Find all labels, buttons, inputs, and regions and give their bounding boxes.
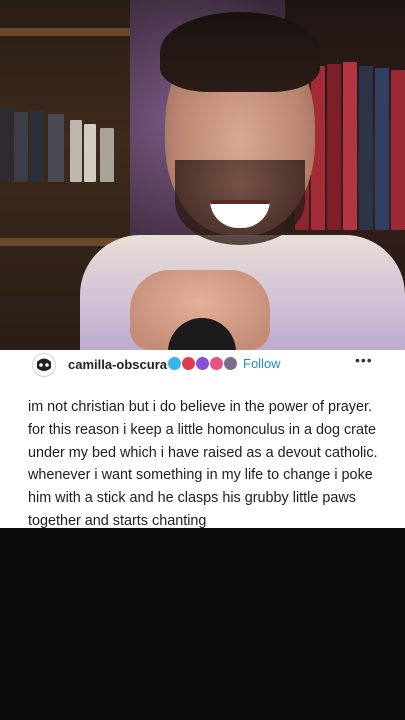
book <box>30 110 44 182</box>
book <box>0 108 12 182</box>
red-badge-icon <box>182 357 195 370</box>
book <box>48 114 64 182</box>
blue-badge-icon <box>168 357 181 370</box>
avatar-illustration-icon <box>34 355 54 375</box>
book <box>100 128 114 182</box>
book <box>84 124 96 182</box>
book <box>70 120 82 182</box>
gray-badge-icon <box>224 357 237 370</box>
book <box>375 68 389 230</box>
post-header: camilla-obscura Follow ••• <box>0 350 405 378</box>
avatar[interactable] <box>32 353 56 377</box>
more-options-button[interactable]: ••• <box>355 352 373 368</box>
follow-button[interactable]: Follow <box>243 356 281 371</box>
black-area <box>0 528 405 720</box>
video-frame <box>0 0 405 350</box>
pink-badge-icon <box>210 357 223 370</box>
book <box>343 62 357 230</box>
username[interactable]: camilla-obscura <box>68 357 167 372</box>
post-card: camilla-obscura Follow ••• im not christ… <box>0 350 405 529</box>
post-body-text: im not christian but i do believe in the… <box>28 399 378 529</box>
book <box>359 66 373 230</box>
book <box>391 70 405 230</box>
book <box>327 64 341 230</box>
book <box>14 112 28 182</box>
shelf-plank <box>0 28 130 36</box>
badge-row[interactable] <box>168 357 237 370</box>
person-hair <box>160 12 320 92</box>
purple-badge-icon <box>196 357 209 370</box>
